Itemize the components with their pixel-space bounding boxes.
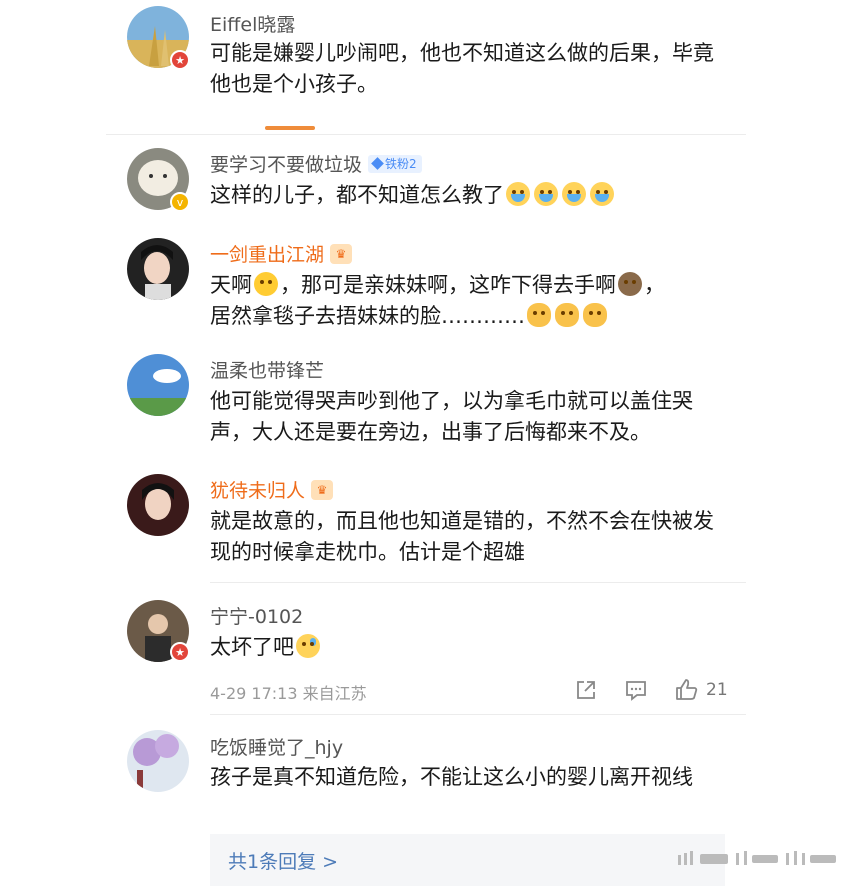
shocked-emoji-icon bbox=[254, 272, 278, 296]
comment-text: 太坏了吧 bbox=[210, 632, 730, 663]
comment-meta: 4-29 17:13 来自江苏 bbox=[210, 684, 367, 703]
divider bbox=[210, 714, 746, 715]
divider bbox=[106, 134, 746, 135]
like-icon[interactable] bbox=[675, 678, 699, 702]
avatar[interactable] bbox=[127, 474, 189, 536]
crown-level-icon: ♛ bbox=[330, 243, 353, 264]
comment-text: 他可能觉得哭声吵到他了，以为拿毛巾就可以盖住哭声，大人还是要在旁边，出事了后悔都… bbox=[210, 389, 693, 444]
verified-badge-icon: ★ bbox=[170, 642, 190, 662]
vip-badge-icon: v bbox=[170, 192, 190, 212]
comment-text: 天啊 ，那可是亲妹妹啊，这咋下得去手啊， 居然拿毯子去捂妹妹的脸………… bbox=[210, 272, 665, 328]
comment-username[interactable]: 温柔也带锋芒 bbox=[210, 356, 324, 383]
dough-emoji-icon bbox=[527, 303, 551, 327]
verified-badge-icon: ★ bbox=[170, 50, 190, 70]
share-icon[interactable] bbox=[575, 679, 597, 701]
crying-emoji-icon bbox=[534, 182, 558, 206]
crown-level-icon: ♛ bbox=[311, 479, 334, 500]
signal-bars-watermark-icon bbox=[678, 851, 836, 865]
comment-username[interactable]: 宁宁-0102 bbox=[210, 602, 303, 629]
diamond-icon bbox=[371, 157, 384, 170]
comment-icon[interactable] bbox=[625, 679, 647, 701]
comment-username[interactable]: 一剑重出江湖 ♛ bbox=[210, 240, 353, 267]
like-count: 21 bbox=[706, 680, 728, 700]
avatar[interactable] bbox=[127, 238, 189, 300]
sad-emoji-icon bbox=[296, 634, 320, 658]
comment-text: 孩子是真不知道危险，不能让这么小的婴儿离开视线 bbox=[210, 765, 693, 789]
dough-emoji-icon bbox=[583, 303, 607, 327]
reply-summary[interactable]: 共1条回复 > bbox=[210, 834, 725, 886]
view-replies-link[interactable]: 共1条回复 > bbox=[228, 847, 338, 874]
comment-username[interactable]: 犹待未归人 ♛ bbox=[210, 476, 334, 503]
comment-username[interactable]: 要学习不要做垃圾 铁粉2 bbox=[210, 150, 422, 177]
avatar[interactable] bbox=[127, 730, 189, 792]
avatar[interactable] bbox=[127, 354, 189, 416]
comment-text: 这样的儿子，都不知道怎么教了 bbox=[210, 180, 730, 211]
divider bbox=[210, 582, 746, 583]
comment-username[interactable]: 吃饭睡觉了_hjy bbox=[210, 733, 343, 760]
comment-text: 可能是嫌婴儿吵闹吧，他也不知道这么做的后果，毕竟他也是个小孩子。 bbox=[210, 41, 714, 96]
crying-emoji-icon bbox=[590, 182, 614, 206]
fan-badge: 铁粉2 bbox=[368, 154, 422, 173]
dough-emoji-icon bbox=[555, 303, 579, 327]
tab-indicator bbox=[265, 126, 315, 130]
comment-text: 就是故意的，而且他也知道是错的，不然不会在快被发现的时候拿走枕巾。估计是个超雄 bbox=[210, 509, 714, 564]
crying-emoji-icon bbox=[506, 182, 530, 206]
comment-username[interactable]: Eiffel晓露 bbox=[210, 10, 295, 37]
candle-emoji-icon bbox=[618, 272, 642, 296]
crying-emoji-icon bbox=[562, 182, 586, 206]
